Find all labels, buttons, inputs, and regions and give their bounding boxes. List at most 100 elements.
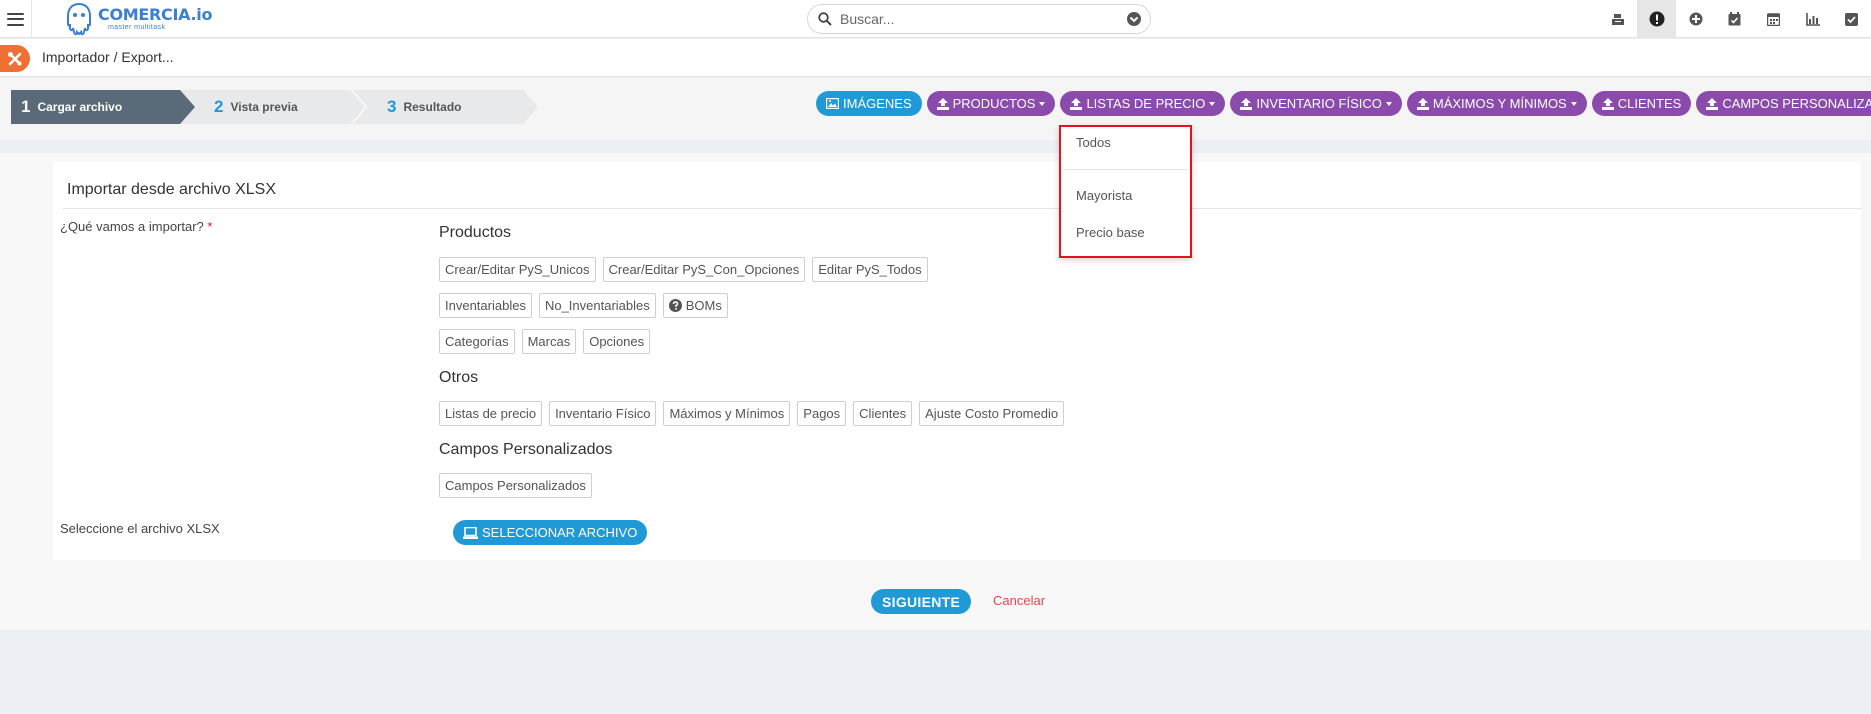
upload-icon <box>1070 97 1083 110</box>
step-number: 2 <box>214 97 224 116</box>
option-opciones[interactable]: Opciones <box>583 329 651 354</box>
divider <box>63 208 1861 209</box>
option-clientes[interactable]: Clientes <box>853 401 913 426</box>
option-ajuste-costo-promedio[interactable]: Ajuste Costo Promedio <box>919 401 1065 426</box>
calendar-button[interactable] <box>1754 0 1793 38</box>
clientes-button[interactable]: CLIENTES <box>1591 91 1692 116</box>
search-input[interactable] <box>840 6 1126 32</box>
productos-row-1: Crear/Editar PyS_Unicos Crear/Editar PyS… <box>439 257 928 282</box>
campos-personalizados-button[interactable]: CAMPOS PERSONALIZADOS <box>1696 91 1871 116</box>
hamburger-icon <box>7 12 24 26</box>
checkbox-icon <box>1845 12 1858 26</box>
option-crear-editar-pys-unicos[interactable]: Crear/Editar PyS_Unicos <box>439 257 596 282</box>
cash-register-button[interactable] <box>1598 0 1637 38</box>
checklist-button[interactable] <box>1832 0 1871 38</box>
campos-row-1: Campos Personalizados <box>439 473 592 498</box>
step-label: Vista previa <box>230 100 298 114</box>
upload-icon <box>1416 97 1429 110</box>
productos-dropdown-button[interactable]: PRODUCTOS <box>926 91 1056 116</box>
step-number: 3 <box>387 97 397 116</box>
select-file-button[interactable]: SELECCIONAR ARCHIVO <box>453 520 648 545</box>
import-toolbar: IMÁGENES PRODUCTOS LISTAS DE PRECIO INVE… <box>816 91 1871 117</box>
breadcrumb-bar: Importador / Export... <box>0 39 1871 77</box>
brand-name: COMERCIA.io <box>98 5 213 24</box>
required-mark: * <box>207 219 213 234</box>
option-categorias[interactable]: Categorías <box>439 329 515 354</box>
maximos-minimos-dropdown-button[interactable]: MÁXIMOS Y MÍNIMOS <box>1406 91 1587 116</box>
form-title: Importar desde archivo XLSX <box>67 181 276 198</box>
upload-icon <box>1240 97 1253 110</box>
upload-icon <box>1706 97 1719 110</box>
listas-de-precio-dropdown-menu: Todos Mayorista Precio base <box>1059 125 1192 258</box>
step-vista-previa[interactable]: 2 Vista previa <box>180 90 365 124</box>
step-cargar-archivo[interactable]: 1 Cargar archivo <box>11 90 196 124</box>
brand-logo[interactable]: COMERCIA.io master multitask <box>64 2 212 36</box>
dropdown-item-todos[interactable]: Todos <box>1076 135 1111 150</box>
section-campos-title: Campos Personalizados <box>439 441 613 458</box>
bar-chart-icon <box>1805 12 1820 26</box>
clientes-label: CLIENTES <box>1617 96 1682 111</box>
add-button[interactable] <box>1676 0 1715 38</box>
import-form-card: Importar desde archivo XLSX ¿Qué vamos a… <box>53 162 1861 560</box>
top-bar: COMERCIA.io master multitask <box>0 0 1871 38</box>
imagenes-button[interactable]: IMÁGENES <box>816 91 922 116</box>
step-label: Resultado <box>403 100 462 114</box>
cancel-link[interactable]: Cancelar <box>993 593 1045 608</box>
section-otros-title: Otros <box>439 369 479 386</box>
cash-register-icon <box>1611 14 1624 25</box>
option-campos-personalizados[interactable]: Campos Personalizados <box>439 473 592 498</box>
productos-label: PRODUCTOS <box>952 96 1036 111</box>
question-circle-icon <box>668 299 682 312</box>
option-editar-pys-todos[interactable]: Editar PyS_Todos <box>812 257 928 282</box>
option-pagos[interactable]: Pagos <box>797 401 847 426</box>
caret-down-icon <box>1570 101 1577 106</box>
productos-row-2: Inventariables No_Inventariables BOMs <box>439 293 728 318</box>
caret-down-icon <box>1385 101 1392 106</box>
option-inventariables[interactable]: Inventariables <box>439 293 532 318</box>
brand-tagline: master multitask <box>108 24 166 31</box>
wizard-bar: 1 Cargar archivo 2 Vista previa 3 Result… <box>0 78 1871 140</box>
next-button[interactable]: SIGUIENTE <box>871 589 972 614</box>
breadcrumb: Importador / Export... <box>42 49 174 65</box>
inventario-fisico-dropdown-button[interactable]: INVENTARIO FÍSICO <box>1230 91 1402 116</box>
reports-button[interactable] <box>1793 0 1832 38</box>
plus-circle-icon <box>1689 12 1702 26</box>
image-icon <box>826 98 839 109</box>
top-actions <box>1598 0 1871 38</box>
caret-down-icon <box>1209 101 1216 106</box>
option-boms-label: BOMs <box>685 298 722 313</box>
select-file-label: SELECCIONAR ARCHIVO <box>482 525 638 540</box>
dropdown-item-mayorista[interactable]: Mayorista <box>1076 188 1132 203</box>
file-label: Seleccione el archivo XLSX <box>60 521 220 536</box>
search-box <box>807 4 1151 34</box>
option-crear-editar-pys-con-opciones[interactable]: Crear/Editar PyS_Con_Opciones <box>602 257 806 282</box>
inventario-label: INVENTARIO FÍSICO <box>1256 96 1382 111</box>
step-label: Cargar archivo <box>37 100 123 114</box>
tools-icon <box>0 45 30 72</box>
question-label-text: ¿Qué vamos a importar? <box>60 219 204 234</box>
laptop-icon <box>463 526 478 539</box>
option-listas-de-precio[interactable]: Listas de precio <box>439 401 543 426</box>
tasks-button[interactable] <box>1715 0 1754 38</box>
dropdown-item-precio-base[interactable]: Precio base <box>1076 225 1145 240</box>
option-maximos-y-minimos[interactable]: Máximos y Mínimos <box>663 401 791 426</box>
caret-down-icon <box>1039 101 1046 106</box>
section-productos-title: Productos <box>439 224 512 241</box>
listas-de-precio-dropdown-button[interactable]: LISTAS DE PRECIO <box>1060 91 1226 116</box>
main-panel: Importar desde archivo XLSX ¿Qué vamos a… <box>0 153 1871 630</box>
calendar-check-icon <box>1728 12 1741 26</box>
option-marcas[interactable]: Marcas <box>521 329 577 354</box>
option-boms[interactable]: BOMs <box>662 293 728 318</box>
chevron-down-circle-icon[interactable] <box>1126 11 1142 27</box>
imagenes-label: IMÁGENES <box>843 96 912 111</box>
alerts-button[interactable] <box>1637 0 1676 38</box>
option-inventario-fisico[interactable]: Inventario Físico <box>549 401 657 426</box>
search-icon <box>818 12 832 26</box>
step-resultado[interactable]: 3 Resultado <box>353 90 538 124</box>
alert-icon <box>1649 11 1664 27</box>
otros-row-1: Listas de precio Inventario Físico Máxim… <box>439 401 1065 426</box>
listas-label: LISTAS DE PRECIO <box>1086 96 1206 111</box>
option-no-inventariables[interactable]: No_Inventariables <box>538 293 656 318</box>
productos-row-3: Categorías Marcas Opciones <box>439 329 651 354</box>
hamburger-menu-button[interactable] <box>0 0 32 38</box>
